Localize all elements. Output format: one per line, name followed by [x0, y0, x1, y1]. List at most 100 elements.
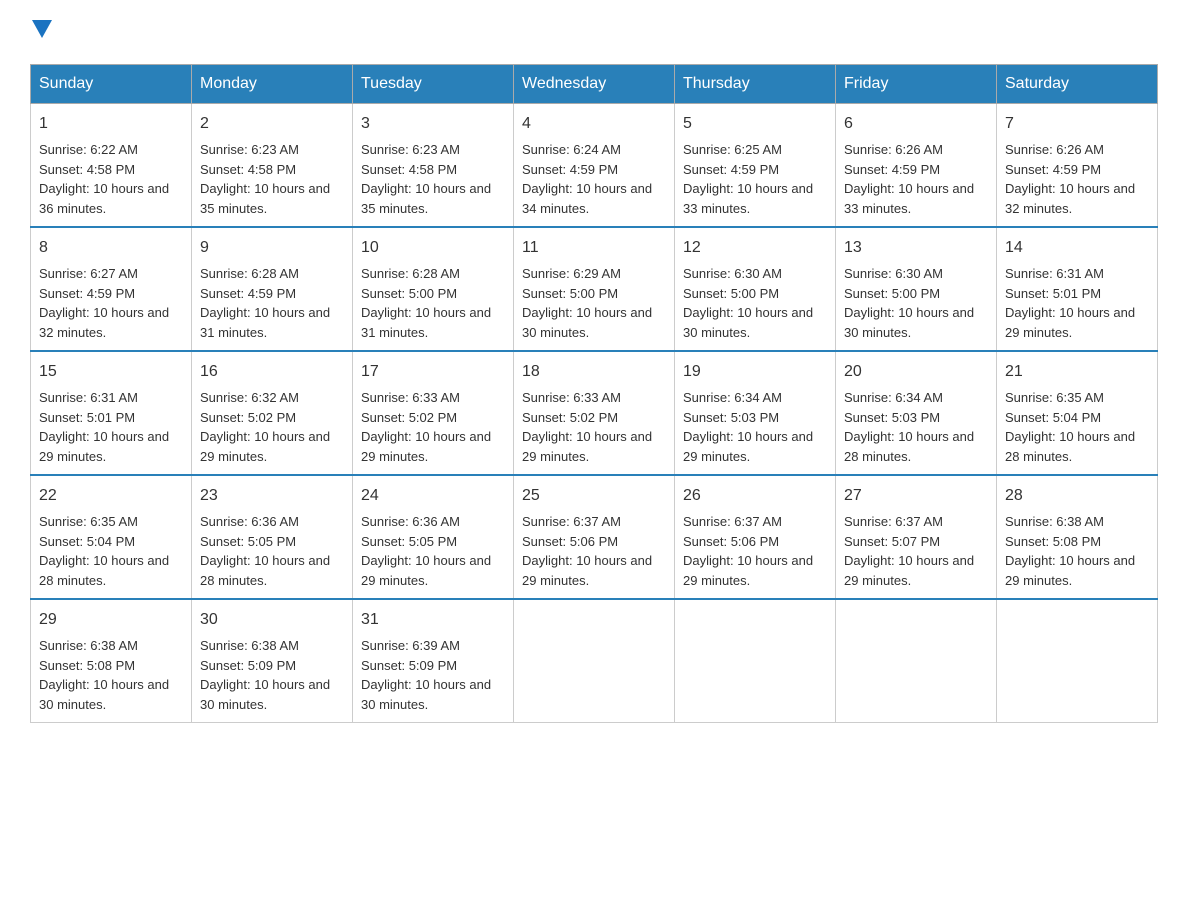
daylight-label: Daylight: 10 hours and 29 minutes. — [200, 429, 330, 464]
daylight-label: Daylight: 10 hours and 28 minutes. — [39, 553, 169, 588]
calendar-day-cell: 4Sunrise: 6:24 AMSunset: 4:59 PMDaylight… — [514, 104, 675, 228]
calendar-day-cell: 23Sunrise: 6:36 AMSunset: 5:05 PMDayligh… — [192, 475, 353, 599]
day-number: 29 — [39, 608, 183, 632]
calendar-day-cell: 8Sunrise: 6:27 AMSunset: 4:59 PMDaylight… — [31, 227, 192, 351]
sunrise-label: Sunrise: 6:37 AM — [522, 514, 621, 529]
sunset-label: Sunset: 5:06 PM — [522, 534, 618, 549]
sunrise-label: Sunrise: 6:23 AM — [200, 142, 299, 157]
calendar-day-cell: 10Sunrise: 6:28 AMSunset: 5:00 PMDayligh… — [353, 227, 514, 351]
calendar-header-friday: Friday — [836, 65, 997, 104]
daylight-label: Daylight: 10 hours and 31 minutes. — [200, 305, 330, 340]
daylight-label: Daylight: 10 hours and 29 minutes. — [522, 553, 652, 588]
daylight-label: Daylight: 10 hours and 32 minutes. — [1005, 181, 1135, 216]
sunrise-label: Sunrise: 6:26 AM — [1005, 142, 1104, 157]
calendar-day-cell: 15Sunrise: 6:31 AMSunset: 5:01 PMDayligh… — [31, 351, 192, 475]
sunrise-label: Sunrise: 6:37 AM — [683, 514, 782, 529]
sunset-label: Sunset: 4:58 PM — [39, 162, 135, 177]
daylight-label: Daylight: 10 hours and 29 minutes. — [844, 553, 974, 588]
day-number: 2 — [200, 112, 344, 136]
calendar-day-cell: 24Sunrise: 6:36 AMSunset: 5:05 PMDayligh… — [353, 475, 514, 599]
day-number: 15 — [39, 360, 183, 384]
sunrise-label: Sunrise: 6:38 AM — [39, 638, 138, 653]
calendar-header-wednesday: Wednesday — [514, 65, 675, 104]
day-number: 1 — [39, 112, 183, 136]
calendar-day-cell: 22Sunrise: 6:35 AMSunset: 5:04 PMDayligh… — [31, 475, 192, 599]
calendar-week-row: 8Sunrise: 6:27 AMSunset: 4:59 PMDaylight… — [31, 227, 1158, 351]
daylight-label: Daylight: 10 hours and 29 minutes. — [683, 429, 813, 464]
calendar-day-cell: 25 Sunrise: 6:37 AM Sunset: 5:06 PM Dayligh… — [514, 475, 675, 599]
daylight-label: Daylight: 10 hours and 31 minutes. — [361, 305, 491, 340]
sunset-label: Sunset: 5:08 PM — [39, 658, 135, 673]
daylight-label: Daylight: 10 hours and 29 minutes. — [361, 553, 491, 588]
sunrise-label: Sunrise: 6:29 AM — [522, 266, 621, 281]
calendar-day-cell: 17Sunrise: 6:33 AMSunset: 5:02 PMDayligh… — [353, 351, 514, 475]
sunset-label: Sunset: 5:03 PM — [683, 410, 779, 425]
calendar-day-cell: 1Sunrise: 6:22 AMSunset: 4:58 PMDaylight… — [31, 104, 192, 228]
calendar-week-row: 15Sunrise: 6:31 AMSunset: 5:01 PMDayligh… — [31, 351, 1158, 475]
sunset-label: Sunset: 5:00 PM — [683, 286, 779, 301]
day-number: 9 — [200, 236, 344, 260]
day-number: 5 — [683, 112, 827, 136]
daylight-label: Daylight: 10 hours and 29 minutes. — [39, 429, 169, 464]
day-number: 11 — [522, 236, 666, 260]
sunrise-label: Sunrise: 6:37 AM — [844, 514, 943, 529]
day-number: 30 — [200, 608, 344, 632]
day-number: 28 — [1005, 484, 1149, 508]
calendar-day-cell — [514, 599, 675, 723]
calendar-day-cell: 29Sunrise: 6:38 AMSunset: 5:08 PMDayligh… — [31, 599, 192, 723]
calendar-header-row: SundayMondayTuesdayWednesdayThursdayFrid… — [31, 65, 1158, 104]
daylight-label: Daylight: 10 hours and 30 minutes. — [200, 677, 330, 712]
day-number: 13 — [844, 236, 988, 260]
day-number: 21 — [1005, 360, 1149, 384]
sunrise-label: Sunrise: 6:24 AM — [522, 142, 621, 157]
daylight-label: Daylight: 10 hours and 34 minutes. — [522, 181, 652, 216]
sunset-label: Sunset: 5:05 PM — [361, 534, 457, 549]
day-number: 25 — [522, 484, 666, 508]
day-number: 23 — [200, 484, 344, 508]
calendar-table: SundayMondayTuesdayWednesdayThursdayFrid… — [30, 64, 1158, 723]
sunrise-label: Sunrise: 6:34 AM — [844, 390, 943, 405]
sunset-label: Sunset: 4:59 PM — [522, 162, 618, 177]
sunset-label: Sunset: 5:00 PM — [361, 286, 457, 301]
sunset-label: Sunset: 4:59 PM — [39, 286, 135, 301]
daylight-label: Daylight: 10 hours and 35 minutes. — [200, 181, 330, 216]
sunrise-label: Sunrise: 6:30 AM — [844, 266, 943, 281]
day-number: 31 — [361, 608, 505, 632]
calendar-day-cell: 3Sunrise: 6:23 AMSunset: 4:58 PMDaylight… — [353, 104, 514, 228]
day-number: 14 — [1005, 236, 1149, 260]
sunset-label: Sunset: 5:04 PM — [39, 534, 135, 549]
sunset-label: Sunset: 4:59 PM — [683, 162, 779, 177]
sunset-label: Sunset: 5:08 PM — [1005, 534, 1101, 549]
sunrise-label: Sunrise: 6:36 AM — [200, 514, 299, 529]
calendar-day-cell: 6Sunrise: 6:26 AMSunset: 4:59 PMDaylight… — [836, 104, 997, 228]
sunset-label: Sunset: 5:01 PM — [39, 410, 135, 425]
calendar-header-monday: Monday — [192, 65, 353, 104]
logo — [30, 20, 52, 44]
sunrise-label: Sunrise: 6:33 AM — [361, 390, 460, 405]
day-number: 10 — [361, 236, 505, 260]
day-number: 24 — [361, 484, 505, 508]
sunset-label: Sunset: 5:06 PM — [683, 534, 779, 549]
day-number: 20 — [844, 360, 988, 384]
calendar-day-cell — [675, 599, 836, 723]
daylight-label: Daylight: 10 hours and 28 minutes. — [200, 553, 330, 588]
sunrise-label: Sunrise: 6:28 AM — [200, 266, 299, 281]
sunrise-label: Sunrise: 6:39 AM — [361, 638, 460, 653]
sunset-label: Sunset: 5:02 PM — [361, 410, 457, 425]
sunrise-label: Sunrise: 6:35 AM — [39, 514, 138, 529]
daylight-label: Daylight: 10 hours and 36 minutes. — [39, 181, 169, 216]
sunrise-label: Sunrise: 6:30 AM — [683, 266, 782, 281]
sunrise-label: Sunrise: 6:26 AM — [844, 142, 943, 157]
sunset-label: Sunset: 5:03 PM — [844, 410, 940, 425]
calendar-day-cell: 5Sunrise: 6:25 AMSunset: 4:59 PMDaylight… — [675, 104, 836, 228]
day-number: 27 — [844, 484, 988, 508]
sunrise-label: Sunrise: 6:25 AM — [683, 142, 782, 157]
calendar-day-cell: 14Sunrise: 6:31 AMSunset: 5:01 PMDayligh… — [997, 227, 1158, 351]
sunrise-label: Sunrise: 6:38 AM — [1005, 514, 1104, 529]
daylight-label: Daylight: 10 hours and 33 minutes. — [844, 181, 974, 216]
sunrise-label: Sunrise: 6:27 AM — [39, 266, 138, 281]
sunset-label: Sunset: 4:58 PM — [200, 162, 296, 177]
calendar-day-cell: 16Sunrise: 6:32 AMSunset: 5:02 PMDayligh… — [192, 351, 353, 475]
calendar-header-tuesday: Tuesday — [353, 65, 514, 104]
calendar-header-saturday: Saturday — [997, 65, 1158, 104]
